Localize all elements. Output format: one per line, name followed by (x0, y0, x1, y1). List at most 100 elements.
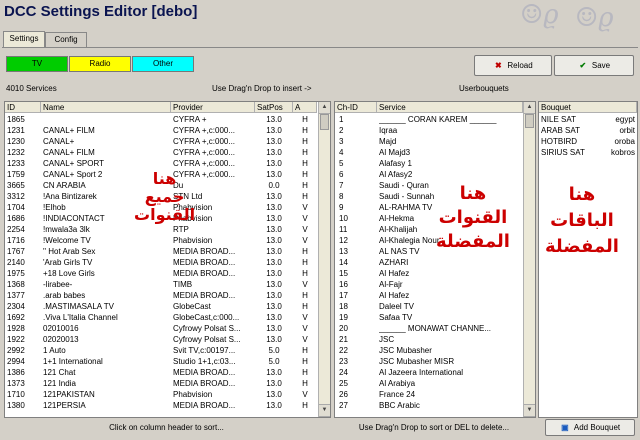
reload-button[interactable]: ✖ Reload (474, 55, 552, 76)
cell-chid: 18 (339, 302, 348, 311)
add-bouquet-button[interactable]: ▣ Add Bouquet (545, 419, 635, 436)
annotation-favorite-bouquets: هنا الباقات المفضلة (545, 182, 619, 260)
cell-provider: CYFRA +,c:000... (173, 159, 236, 168)
filter-radio[interactable]: Radio (69, 56, 131, 72)
scroll-down-icon[interactable]: ▼ (319, 404, 330, 417)
column-header-name[interactable]: Name (41, 102, 171, 113)
services-scrollbar[interactable]: ▲ ▼ (318, 102, 330, 417)
cell-id: 1231 (7, 126, 25, 135)
scroll-up-icon[interactable]: ▲ (319, 102, 330, 114)
cell-provider: CYFRA + (173, 115, 207, 124)
annotation-line: المفضلة (436, 231, 510, 252)
cell-service: Al Majd3 (379, 148, 411, 157)
cell-chid: 21 (339, 335, 348, 344)
cell-provider: Studio 1+1,c:03... (173, 357, 236, 366)
column-header-service[interactable]: Service (377, 102, 523, 113)
cell-a: H (302, 126, 308, 135)
save-button[interactable]: ✔ Save (554, 55, 634, 76)
cell-satpos: 13.0 (266, 126, 282, 135)
cell-chid: 16 (339, 280, 348, 289)
tab-settings[interactable]: Settings (3, 31, 45, 48)
column-header-provider[interactable]: Provider (171, 102, 255, 113)
scroll-up-icon[interactable]: ▲ (524, 102, 535, 114)
cell-a: H (302, 401, 308, 410)
cell-satpos: 5.0 (268, 357, 280, 366)
cell-a: H (302, 368, 308, 377)
cell-satpos: 13.0 (266, 324, 282, 333)
cell-satpos: 13.0 (266, 192, 282, 201)
cell-name: 02010016 (43, 324, 79, 333)
cell-bouquet-tag: oroba (614, 137, 635, 146)
cell-satpos: 0.0 (268, 181, 280, 190)
cell-name (43, 114, 169, 125)
scroll-thumb[interactable] (525, 114, 534, 128)
cell-satpos: 13.0 (266, 269, 282, 278)
cell-name: 121 Chat (43, 368, 76, 377)
tab-divider (2, 47, 638, 48)
cell-bouquet-tag: orbit (619, 126, 635, 135)
add-icon: ▣ (561, 423, 569, 432)
cell-name: 121PERSIA (43, 401, 86, 410)
cell-id: 1922 (7, 335, 25, 344)
cell-satpos: 13.0 (266, 115, 282, 124)
cell-id: 1865 (7, 115, 25, 124)
column-header-satpos[interactable]: SatPos (255, 102, 293, 113)
scroll-thumb[interactable] (320, 114, 329, 130)
cell-name: 'Arab Girls TV (43, 258, 93, 267)
cell-provider: CYFRA +,c:000... (173, 148, 236, 157)
annotation-line: هنا (152, 169, 177, 188)
cell-satpos: 13.0 (266, 379, 282, 388)
cell-provider: MEDIA BROAD... (173, 379, 236, 388)
cell-name: .Viva L'Italia Channel (43, 313, 118, 322)
cell-id: 1368 (7, 280, 25, 289)
cell-name: -lirabee- (43, 280, 73, 289)
tab-config[interactable]: Config (45, 32, 87, 47)
userbouquet-list[interactable]: Ch-ID Service 1 ______ CORAN KAREM ______… (334, 101, 536, 418)
cell-id: 1373 (7, 379, 25, 388)
cell-service: Al Hafez (379, 269, 410, 278)
cell-bouquet: ARAB SAT (541, 126, 580, 135)
cell-service: Al Hafez (379, 291, 410, 300)
filter-tv[interactable]: TV (6, 56, 68, 72)
scroll-down-icon[interactable]: ▼ (524, 404, 535, 417)
cell-provider: Phabvision (173, 390, 213, 399)
cell-provider: Cyfrowy Polsat S... (173, 335, 241, 344)
cell-name: CANAL+ SPORT (43, 159, 104, 168)
column-header-id[interactable]: ID (5, 102, 41, 113)
cell-bouquet-tag: egypt (615, 115, 635, 124)
filter-other[interactable]: Other (132, 56, 194, 72)
cell-a: H (302, 346, 308, 355)
cell-name: CANAL+ FILM (43, 148, 95, 157)
column-header-chid[interactable]: Ch-ID (335, 102, 377, 113)
column-header-bouquet[interactable]: Bouquet (539, 102, 637, 113)
cell-name: 1 Auto (43, 346, 66, 355)
column-header-a[interactable]: A (293, 102, 317, 113)
cell-id: 1928 (7, 324, 25, 333)
cell-satpos: 13.0 (266, 280, 282, 289)
cell-satpos: 13.0 (266, 203, 282, 212)
cell-a: H (302, 170, 308, 179)
cell-chid: 22 (339, 346, 348, 355)
cell-service: Iqraa (379, 126, 398, 135)
cell-chid: 20 (339, 324, 348, 333)
cell-service: Al Arabiya (379, 379, 416, 388)
cell-satpos: 13.0 (266, 390, 282, 399)
cell-service: France 24 (379, 390, 416, 399)
services-list[interactable]: ID Name Provider SatPos A 1865 CYFRA + 13.… (4, 101, 331, 418)
cell-service: JSC Mubasher MISR (379, 357, 455, 366)
userbouquet-scrollbar[interactable]: ▲ ▼ (523, 102, 535, 417)
cell-name: 121PAKISTAN (43, 390, 95, 399)
cell-name: CANAL+ (43, 137, 75, 146)
cell-satpos: 13.0 (266, 159, 282, 168)
cell-name: 1+1 International (43, 357, 103, 366)
cell-chid: 27 (339, 401, 348, 410)
cell-id: 1704 (7, 203, 25, 212)
cell-chid: 8 (339, 192, 344, 201)
cell-chid: 24 (339, 368, 348, 377)
cell-chid: 17 (339, 291, 348, 300)
cell-chid: 11 (339, 225, 348, 234)
cell-id: 2994 (7, 357, 25, 366)
cell-id: 2254 (7, 225, 25, 234)
cell-chid: 9 (339, 203, 344, 212)
cell-name: 02020013 (43, 335, 79, 344)
